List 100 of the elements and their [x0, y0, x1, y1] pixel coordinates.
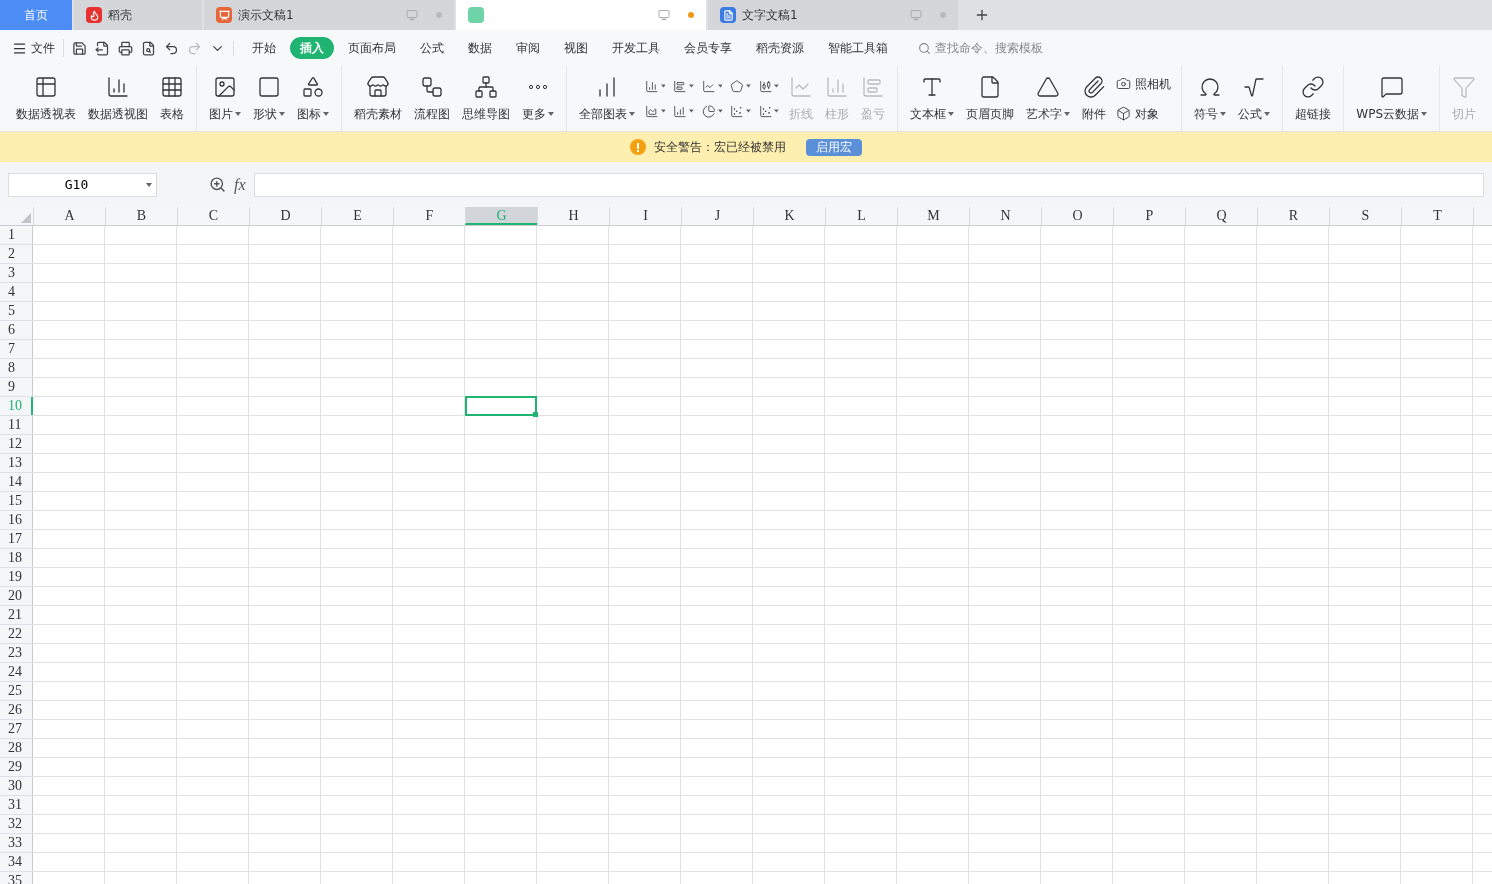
column-header[interactable]: C	[177, 207, 249, 225]
ribbon-button[interactable]: 附件	[1076, 66, 1113, 131]
column-header[interactable]: P	[1113, 207, 1185, 225]
row-header[interactable]: 30	[0, 777, 33, 795]
row-header[interactable]: 11	[0, 416, 33, 434]
row-header[interactable]: 28	[0, 739, 33, 757]
undo-icon[interactable]	[164, 40, 179, 56]
new-tab-icon[interactable]	[974, 7, 990, 23]
ribbon-button[interactable]: 稻壳素材	[348, 66, 408, 131]
formula-input[interactable]	[253, 172, 1484, 197]
column-header[interactable]: J	[681, 207, 753, 225]
ribbon-button[interactable]: 公式	[1232, 66, 1277, 131]
ribbon-button[interactable]: 数据透视表	[10, 66, 82, 131]
row-header[interactable]: 27	[0, 720, 33, 738]
document-tab[interactable]: 文字文稿1	[708, 0, 958, 30]
column-header[interactable]: K	[753, 207, 825, 225]
column-header[interactable]: R	[1257, 207, 1329, 225]
row-header[interactable]: 7	[0, 340, 33, 358]
row-header[interactable]: 26	[0, 701, 33, 719]
row-header[interactable]: 5	[0, 302, 33, 320]
chart-type-button[interactable]	[730, 77, 751, 95]
row-header[interactable]: 2	[0, 245, 33, 263]
row-header[interactable]: 22	[0, 625, 33, 643]
ribbon-button[interactable]: 流程图	[408, 66, 456, 131]
active-cell[interactable]	[465, 396, 537, 416]
row-header[interactable]: 12	[0, 435, 33, 453]
column-header[interactable]: T	[1401, 207, 1473, 225]
ribbon-tab[interactable]: 页面布局	[338, 37, 406, 59]
ribbon-tab[interactable]: 会员专享	[674, 37, 742, 59]
ribbon-tab[interactable]: 稻壳资源	[746, 37, 814, 59]
ribbon-button[interactable]: 艺术字	[1020, 66, 1077, 131]
row-header[interactable]: 14	[0, 473, 33, 491]
column-header[interactable]: O	[1041, 207, 1113, 225]
row-header[interactable]: 24	[0, 663, 33, 681]
file-menu[interactable]: 文件	[12, 39, 64, 57]
zoom-icon[interactable]	[209, 176, 226, 193]
row-header[interactable]: 29	[0, 758, 33, 776]
row-header[interactable]: 34	[0, 853, 33, 871]
chart-type-button[interactable]	[701, 102, 723, 120]
row-header[interactable]: 18	[0, 549, 33, 567]
ribbon-button[interactable]: 形状	[247, 66, 291, 131]
ribbon-tab[interactable]: 智能工具箱	[818, 37, 898, 59]
ribbon-button[interactable]: 思维导图	[456, 66, 516, 131]
row-header[interactable]: 20	[0, 587, 33, 605]
column-header[interactable]: N	[969, 207, 1041, 225]
ribbon-button[interactable]: 更多	[516, 66, 560, 131]
column-header[interactable]: Q	[1185, 207, 1257, 225]
function-button[interactable]: fx	[234, 172, 246, 197]
row-header[interactable]: 19	[0, 568, 33, 586]
row-header[interactable]: 15	[0, 492, 33, 510]
column-header[interactable]: B	[105, 207, 177, 225]
ribbon-button[interactable]: 超链接	[1289, 66, 1338, 131]
caret-icon	[774, 84, 780, 88]
row-header[interactable]: 9	[0, 378, 33, 396]
column-header[interactable]: H	[537, 207, 609, 225]
row-header[interactable]: 3	[0, 264, 33, 282]
ribbon-tab[interactable]: 视图	[554, 37, 598, 59]
row-header[interactable]: 21	[0, 606, 33, 624]
document-tab[interactable]: 稻壳	[74, 0, 202, 30]
print-preview-icon[interactable]	[141, 40, 156, 56]
row-header[interactable]: 23	[0, 644, 33, 662]
row-header[interactable]: 13	[0, 454, 33, 472]
column-header[interactable]: E	[321, 207, 393, 225]
row-header[interactable]: 31	[0, 796, 33, 814]
column-header[interactable]: A	[33, 207, 105, 225]
row-header[interactable]: 25	[0, 682, 33, 700]
ribbon-button[interactable]: 图片	[203, 66, 247, 131]
row-header[interactable]: 1	[0, 226, 33, 244]
ribbon-tab[interactable]: 开始	[242, 37, 286, 59]
export-icon[interactable]	[95, 40, 110, 56]
row-header[interactable]: 17	[0, 530, 33, 548]
ribbon-button[interactable]: 页眉页脚	[960, 66, 1021, 131]
row-header[interactable]: 6	[0, 321, 33, 339]
ribbon-button[interactable]: 表格	[154, 66, 190, 131]
ribbon-tab[interactable]: 公式	[410, 37, 454, 59]
row-header[interactable]: 8	[0, 359, 33, 377]
document-tab[interactable]: 演示文稿1	[204, 0, 454, 30]
column-header[interactable]: D	[249, 207, 321, 225]
ribbon-small-button[interactable]: 对象	[1112, 104, 1176, 123]
column-header[interactable]: L	[825, 207, 897, 225]
ribbon-button[interactable]: 数据透视图	[82, 66, 154, 131]
ribbon-small-button[interactable]: 照相机	[1112, 74, 1176, 93]
ribbon-tab[interactable]: 审阅	[506, 37, 550, 59]
column-header[interactable]: S	[1329, 207, 1401, 225]
row-header[interactable]: 32	[0, 815, 33, 833]
ribbon-button[interactable]: WPS云数据	[1350, 66, 1433, 131]
name-box[interactable]: G10	[8, 172, 157, 197]
ribbon-button[interactable]: 图标	[291, 66, 335, 131]
ribbon-tab[interactable]: 数据	[458, 37, 502, 59]
save-icon[interactable]	[72, 40, 87, 56]
ribbon-button[interactable]: 符号	[1188, 66, 1233, 131]
ribbon-tab[interactable]: 开发工具	[602, 37, 670, 59]
row-header[interactable]: 4	[0, 283, 33, 301]
column-header[interactable]: M	[897, 207, 969, 225]
ribbon-button[interactable]: 全部图表	[573, 66, 641, 131]
column-header[interactable]: I	[609, 207, 681, 225]
row-header[interactable]: 16	[0, 511, 33, 529]
print-icon[interactable]	[118, 40, 133, 56]
ribbon-button[interactable]: 文本框	[904, 66, 961, 131]
row-header[interactable]: 33	[0, 834, 33, 852]
